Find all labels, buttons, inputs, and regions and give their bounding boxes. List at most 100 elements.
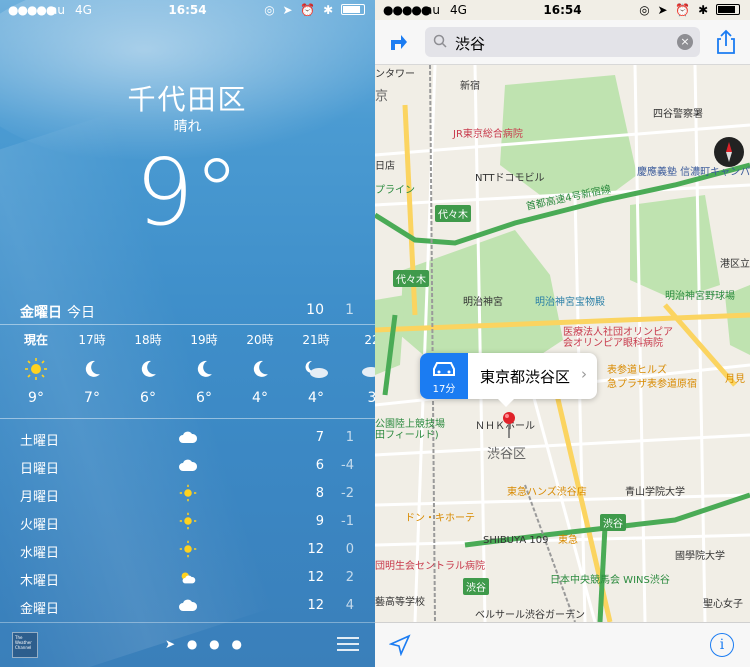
status-icons: ◎ ➤ ⏰ ✱ [639, 3, 740, 17]
partly-cloudy-icon [178, 567, 198, 587]
sun-icon [178, 511, 198, 531]
daily-row: 木曜日 12 2 [0, 564, 375, 592]
map-label: 明治神宮宝物殿 [535, 297, 605, 308]
directions-button[interactable] [387, 30, 409, 52]
drive-directions-button[interactable]: 17分 [420, 353, 468, 399]
compass-icon[interactable] [714, 137, 744, 167]
hourly-forecast[interactable]: 現在 9° 17時 7° 18時 6° 19時 6° 20時 4° 21時 4° [0, 330, 375, 418]
status-bar: ●●●●● au 4G 16:54 ◎ ➤ ⏰ ✱ [375, 0, 750, 20]
map-label: 公園陸上競技場 田フィールド) [375, 419, 445, 441]
cloud-icon [178, 595, 198, 615]
list-icon[interactable] [337, 637, 359, 655]
search-field[interactable]: 渋谷 × [425, 27, 700, 57]
eta-label: 17分 [432, 384, 456, 395]
map-label: ドン・キホーテ [405, 513, 475, 524]
map-label: 明治神宮野球場 [665, 291, 735, 302]
search-icon [433, 34, 447, 48]
map-label: JR東京総合病院 [453, 129, 523, 140]
weather-app: ●●●●● au 4G 16:54 ◎ ➤ ⏰ ✱ 千代田区 晴れ 9° 金曜日… [0, 0, 375, 667]
moon-icon [120, 350, 176, 388]
map-toolbar: 渋谷 × [375, 20, 750, 65]
today-low: 1 [345, 302, 354, 318]
directions-arrow-icon [391, 35, 407, 50]
maps-app: ●●●●● au 4G 16:54 ◎ ➤ ⏰ ✱ 渋谷 × ンタワー 京 新宿… [375, 0, 750, 667]
location-arrow-icon [388, 634, 411, 657]
today-summary: 金曜日 今日 10 1 [0, 296, 375, 324]
weather-channel-logo[interactable]: The Weather Channel [12, 632, 38, 658]
search-query[interactable]: 渋谷 [455, 33, 485, 54]
map-label: プライン [375, 185, 415, 196]
highway-sign: 代々木 [435, 205, 471, 222]
map-label: NTTドコモビル [475, 173, 545, 184]
map-label: 藝高等学校 [375, 597, 425, 608]
status-bar: ●●●●● au 4G 16:54 ◎ ➤ ⏰ ✱ [0, 0, 375, 20]
map-label: 東急 [558, 535, 578, 546]
city-name: 千代田区 [127, 83, 248, 116]
share-button[interactable] [714, 29, 738, 55]
battery-icon [716, 4, 740, 15]
hourly-item: 現在 9° [8, 330, 64, 406]
hourly-item: 20時 4° [232, 330, 288, 406]
map-label: 団明生会セントラル病院 [375, 561, 485, 572]
sun-icon [178, 539, 198, 559]
daily-row: 金曜日 12 4 [0, 592, 375, 620]
clear-search-button[interactable]: × [677, 34, 693, 50]
page-indicator[interactable]: ➤ ● ● ● [165, 637, 246, 651]
highway-sign: 渋谷 [463, 578, 489, 595]
divider [0, 324, 375, 325]
today-label: 今日 [67, 305, 95, 321]
daily-row: 土曜日 7 1 [0, 424, 375, 452]
daily-row: 火曜日 9 -1 [0, 508, 375, 536]
moon-icon [232, 350, 288, 388]
map-label: 四谷警察署 [653, 109, 703, 120]
hourly-item: 21時 4° [288, 330, 344, 406]
today-day: 金曜日 [20, 305, 62, 321]
cloudy-night-icon [344, 350, 375, 388]
moon-icon [176, 350, 232, 388]
hourly-item: 18時 6° [120, 330, 176, 406]
map-label: 國學院大学 [675, 551, 725, 562]
hourly-item: 17時 7° [64, 330, 120, 406]
map-label: SHIBUYA 109 [483, 535, 549, 546]
divider [0, 418, 375, 419]
weather-condition: 晴れ [173, 119, 202, 135]
map-label: 青山学院大学 [625, 487, 685, 498]
map-label: 医療法人社団オリンピア 会オリンピア眼科病院 [563, 327, 673, 349]
sun-icon [178, 483, 198, 503]
moon-icon [64, 350, 120, 388]
current-temperature: 9° [135, 139, 240, 246]
today-high: 10 [306, 302, 324, 318]
status-icons: ◎ ➤ ⏰ ✱ [264, 3, 365, 17]
battery-icon [341, 4, 365, 15]
map-label: ベルサール渋谷ガーデン [475, 610, 585, 621]
hourly-item: 19時 6° [176, 330, 232, 406]
map-label: 日本中央競馬会 WINS渋谷 [550, 575, 670, 586]
info-button[interactable]: i [710, 633, 734, 657]
map-bottom-bar: i [375, 622, 750, 667]
sun-icon [8, 350, 64, 388]
map-label: 急プラザ表参道原宿 [607, 379, 697, 390]
chevron-right-icon: › [581, 365, 587, 383]
weather-footer: The Weather Channel ➤ ● ● ● [0, 622, 375, 667]
car-icon [433, 362, 455, 376]
daily-row: 水曜日 12 0 [0, 536, 375, 564]
location-pin-icon[interactable] [501, 411, 517, 443]
map-label: 東急ハンズ渋谷店 [507, 487, 587, 498]
cloud-icon [178, 427, 198, 447]
map-label: 新宿 [460, 81, 480, 92]
map-label: 渋谷区 [487, 447, 527, 462]
map-label: 日店 [375, 161, 395, 172]
daily-row: 月曜日 8 -2 [0, 480, 375, 508]
highway-sign: 渋谷 [600, 514, 626, 531]
map-label: 京 [375, 89, 389, 104]
daily-row: 日曜日 6 -4 [0, 452, 375, 480]
cloud-icon [178, 455, 198, 475]
map-label: 港区立青 [720, 259, 750, 270]
place-name: 東京都渋谷区 [480, 368, 571, 386]
current-location-button[interactable] [388, 634, 411, 660]
map-label: 月見 [725, 374, 745, 385]
place-callout[interactable]: 17分 東京都渋谷区 › [420, 353, 597, 407]
share-icon [717, 29, 735, 54]
cloudy-night-icon [288, 350, 344, 388]
map-canvas[interactable]: ンタワー 京 新宿 JR東京総合病院 日店 NTTドコモビル 四谷警察署 慶應義… [375, 65, 750, 622]
